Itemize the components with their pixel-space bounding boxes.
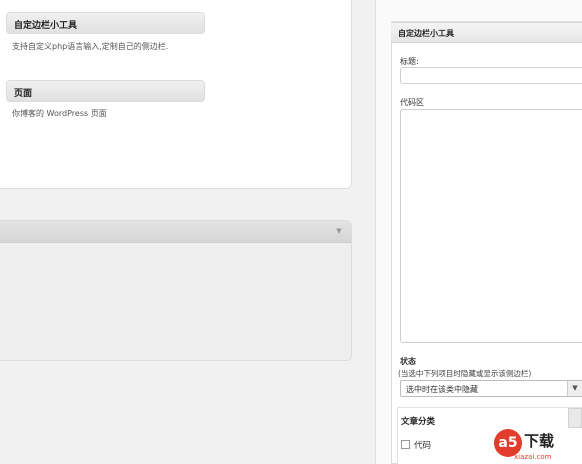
watermark-logo: a5 下载 xiazai.com xyxy=(494,427,582,464)
watermark-domain: xiazai.com xyxy=(514,453,552,461)
category-checkbox[interactable] xyxy=(401,440,410,449)
widget-custom-sidebar-description: 支持自定义php语言输入,定制自己的侧边栏. xyxy=(12,42,169,51)
logic-select[interactable]: 选中时在该类中隐藏 xyxy=(400,380,582,397)
inactive-widgets-header[interactable]: ▼ xyxy=(0,221,351,243)
sidebar-widget-header[interactable]: 自定边栏小工具 xyxy=(391,22,582,43)
title-label: 标题: xyxy=(400,57,419,66)
widget-custom-sidebar-tool[interactable]: 自定边栏小工具 xyxy=(6,12,205,34)
sidebar-widget-title: 自定边栏小工具 xyxy=(398,29,454,38)
chevron-down-icon[interactable]: ▼ xyxy=(567,381,582,396)
collapse-arrow-icon[interactable]: ▼ xyxy=(333,225,345,238)
widget-pages-description: 你博客的 WordPress 页面 xyxy=(12,109,107,118)
category-scrollbar[interactable] xyxy=(568,408,582,428)
title-input[interactable] xyxy=(400,67,582,84)
widget-title-label: 页面 xyxy=(14,89,33,99)
category-title: 文章分类 xyxy=(401,417,436,427)
widget-pages[interactable]: 页面 xyxy=(6,80,205,102)
logic-label: 状态 xyxy=(400,357,416,366)
inactive-widgets-panel: ▼ xyxy=(0,220,352,361)
logic-select-value: 选中时在该类中隐藏 xyxy=(406,385,478,394)
category-label: 代码 xyxy=(414,441,432,451)
code-textarea[interactable] xyxy=(400,109,582,343)
logic-hint: (当选中下列项目时隐藏或显示该侧边栏) xyxy=(398,369,532,378)
sidebar-top-strip xyxy=(391,4,582,22)
widget-title-label: 自定边栏小工具 xyxy=(14,21,78,31)
watermark-text: 下载 xyxy=(524,432,555,450)
code-area-label: 代码区 xyxy=(400,98,424,107)
